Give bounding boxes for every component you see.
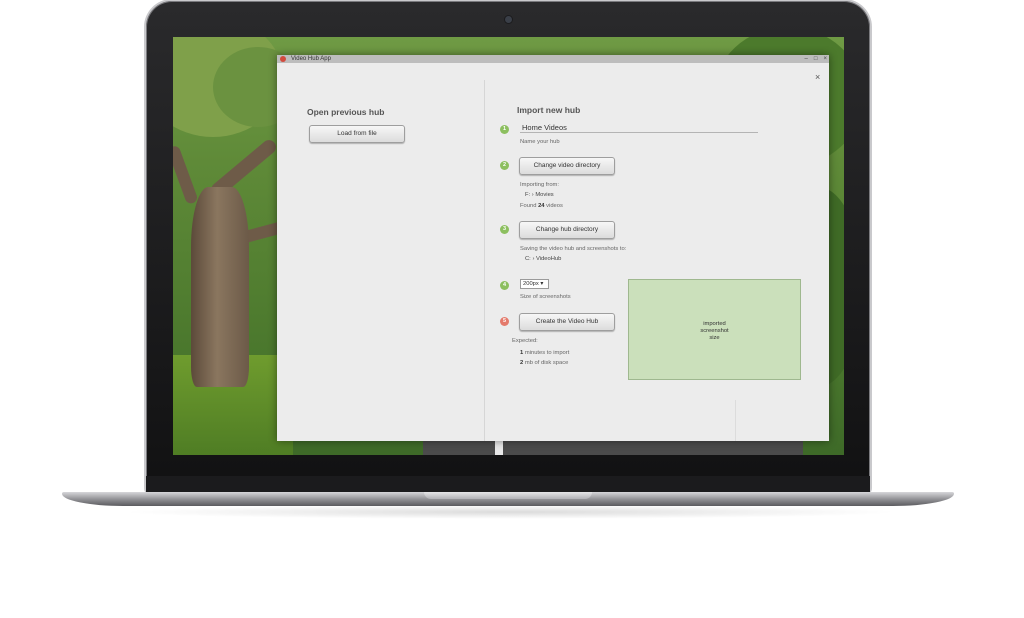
divider: [735, 400, 736, 441]
chevron-down-icon: ▾: [540, 281, 544, 287]
load-from-file-button[interactable]: Load from file: [309, 125, 405, 143]
webcam-icon: [505, 16, 512, 23]
laptop-shadow: [120, 505, 900, 519]
open-previous-hub-title: Open previous hub: [307, 107, 385, 117]
preview-line: size: [709, 335, 720, 341]
step-4-badge: 4: [500, 281, 509, 290]
found-videos-text: Found 24 videos: [520, 203, 563, 209]
found-suffix: videos: [546, 203, 563, 209]
step-1-badge: 1: [500, 125, 509, 134]
minutes-value: 1: [520, 350, 524, 356]
tree-trunk: [191, 187, 249, 387]
expected-minutes: 1 minutes to import: [520, 350, 569, 356]
road: [423, 441, 803, 455]
import-new-hub-title: Import new hub: [517, 105, 581, 115]
close-window-icon[interactable]: ×: [823, 55, 827, 63]
importing-from-label: Importing from:: [520, 182, 559, 188]
road-marking: [495, 441, 503, 455]
change-video-directory-button[interactable]: Change video directory: [519, 157, 615, 175]
app-window: Video Hub App – □ × × Open previous hub …: [277, 55, 829, 441]
screenshot-size-preview: imported screenshot size: [628, 279, 801, 380]
hub-drive: C:: [525, 256, 531, 262]
hub-path: C: › VideoHub: [525, 256, 561, 262]
preview-line: screenshot: [700, 328, 729, 334]
preview-line: imported: [703, 321, 726, 327]
close-icon[interactable]: ×: [815, 72, 820, 82]
screenshot-size-caption: Size of screenshots: [520, 294, 571, 300]
screen: Video Hub App – □ × × Open previous hub …: [173, 37, 844, 455]
video-path: F: › Movies: [525, 192, 554, 198]
minutes-text: minutes to import: [524, 350, 570, 356]
hub-folder: VideoHub: [536, 256, 562, 262]
create-video-hub-button[interactable]: Create the Video Hub: [519, 313, 615, 331]
step-2-badge: 2: [500, 161, 509, 170]
laptop-notch: [424, 492, 592, 499]
minimize-icon[interactable]: –: [805, 55, 808, 63]
mb-text: mb of disk space: [524, 360, 569, 366]
preview-label: imported screenshot size: [629, 321, 800, 342]
step-5-badge: 5: [500, 317, 509, 326]
step-3-badge: 3: [500, 225, 509, 234]
stage: Video Hub App – □ × × Open previous hub …: [0, 0, 1024, 618]
title-bar: Video Hub App – □ ×: [277, 55, 829, 63]
found-count: 24: [538, 203, 545, 209]
change-hub-directory-button[interactable]: Change hub directory: [519, 221, 615, 239]
video-drive: F:: [525, 192, 531, 198]
window-controls: – □ ×: [805, 55, 827, 63]
window-title: Video Hub App: [291, 56, 331, 62]
found-prefix: Found: [520, 203, 537, 209]
hub-name-caption: Name your hub: [520, 139, 560, 145]
saving-to-label: Saving the video hub and screenshots to:: [520, 246, 627, 252]
column-divider: [484, 80, 485, 441]
hub-name-input[interactable]: [520, 122, 758, 133]
maximize-icon[interactable]: □: [814, 55, 818, 63]
expected-disk: 2 mb of disk space: [520, 360, 568, 366]
screenshot-size-select[interactable]: 200px ▾: [520, 279, 549, 289]
mb-value: 2: [520, 360, 524, 366]
expected-label: Expected:: [512, 338, 538, 344]
app-logo-icon: [280, 56, 286, 62]
path-separator-icon: ›: [531, 192, 534, 198]
path-separator-icon: ›: [532, 256, 535, 262]
video-folder: Movies: [535, 192, 554, 198]
screenshot-size-value: 200px: [523, 281, 539, 287]
